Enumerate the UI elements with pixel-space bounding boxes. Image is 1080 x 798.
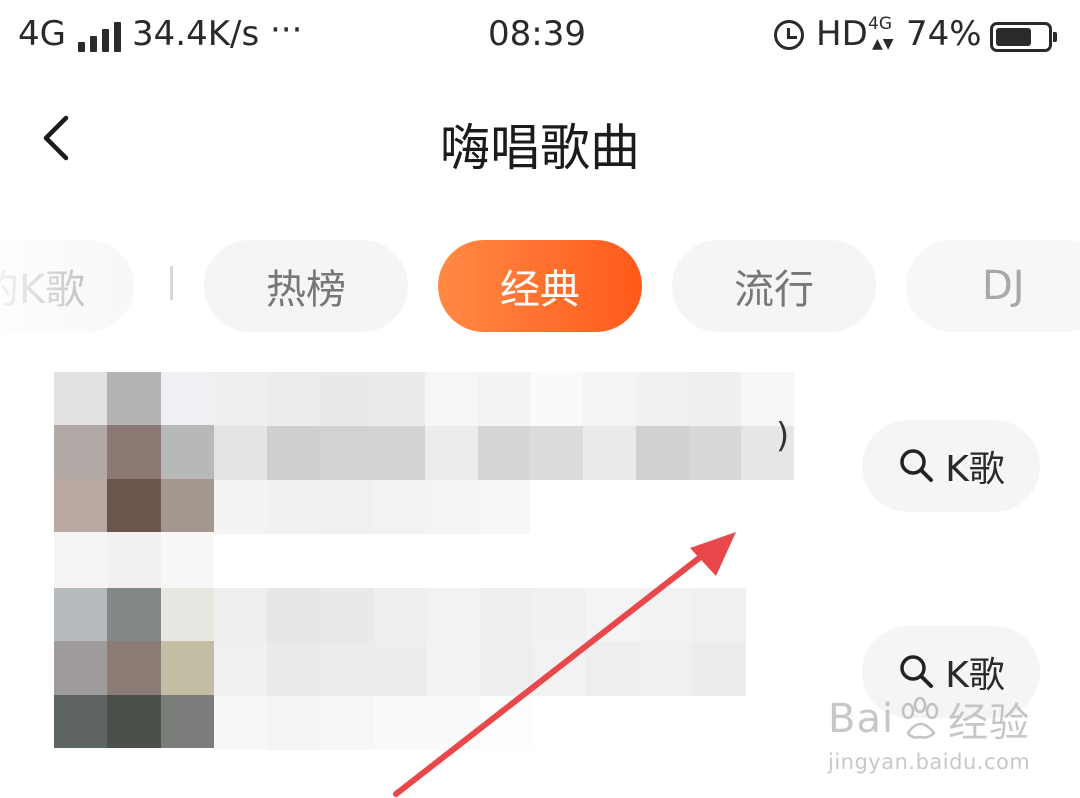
k-song-label: K歌 — [945, 449, 1005, 490]
song-title-suffix: ) — [776, 416, 790, 456]
data-arrows-icon: ▲▼ — [872, 36, 894, 52]
clock: 08:39 — [488, 14, 586, 54]
song-title-blurred — [214, 588, 746, 750]
search-icon — [900, 655, 934, 688]
cover-strip — [54, 532, 214, 588]
page-title: 嗨唱歌曲 — [440, 119, 640, 177]
battery-percent: 74% — [906, 14, 982, 54]
watermark-brand-suffix: 经验 — [948, 700, 1031, 746]
signal-icon — [70, 22, 121, 52]
network-speed: 34.4K/s — [132, 14, 260, 54]
watermark: Bai 经验 jingyan.baidu.com — [828, 690, 1030, 774]
watermark-brand: Bai — [828, 696, 895, 742]
category-tabs: 的K歌 热榜 经典 流行 DJ — [0, 240, 1080, 332]
alarm-icon — [774, 20, 804, 50]
tab-hot-chart[interactable]: 热榜 — [204, 240, 408, 332]
tab-my-karaoke[interactable]: 的K歌 — [0, 240, 134, 332]
song-title-blurred — [214, 372, 794, 534]
search-icon — [900, 449, 934, 482]
song-cover — [54, 588, 214, 748]
watermark-url: jingyan.baidu.com — [828, 750, 1031, 774]
tab-classic[interactable]: 经典 — [438, 240, 642, 332]
song-cover — [54, 372, 214, 532]
list-item[interactable]: ) K歌 — [0, 372, 1080, 534]
tab-popular[interactable]: 流行 — [672, 240, 876, 332]
hd-network-type: 4G — [868, 14, 892, 34]
battery-icon — [990, 22, 1057, 52]
battery-level — [996, 28, 1032, 46]
tab-dj[interactable]: DJ — [906, 240, 1080, 332]
k-song-button[interactable]: K歌 — [862, 420, 1040, 512]
hd-indicator: HD — [816, 14, 868, 54]
network-type: 4G — [18, 14, 66, 54]
more-notifications: ··· — [270, 10, 303, 50]
status-bar: 4G 34.4K/s ··· 08:39 HD 4G ▲▼ 74% — [0, 0, 1080, 80]
paw-logo-icon — [901, 697, 939, 739]
tab-divider — [170, 266, 173, 300]
